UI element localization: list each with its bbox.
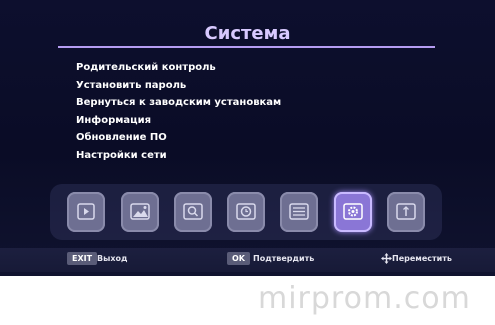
- usb-icon: [396, 203, 416, 220]
- tile-image[interactable]: [121, 192, 159, 232]
- move-hint-label: Переместить: [392, 254, 452, 263]
- video-icon: [77, 203, 95, 220]
- settings-menu: Родительский контроль Установить пароль …: [76, 59, 281, 165]
- search-icon: [183, 203, 203, 220]
- image-icon: [130, 203, 150, 220]
- list-icon: [289, 203, 309, 220]
- menu-item-network-settings[interactable]: Настройки сети: [76, 147, 281, 165]
- title-divider: [58, 46, 435, 48]
- menu-item-information[interactable]: Информация: [76, 112, 281, 130]
- tile-search[interactable]: [174, 192, 212, 232]
- ok-key-badge[interactable]: OK: [227, 252, 250, 265]
- gear-icon: [343, 203, 363, 220]
- page-title: Система: [204, 23, 291, 44]
- site-watermark: mirprom.com: [258, 281, 471, 316]
- tile-list[interactable]: [280, 192, 318, 232]
- exit-hint-label: Выход: [97, 254, 128, 263]
- exit-key-badge[interactable]: EXIT: [67, 252, 98, 265]
- tile-timer[interactable]: [227, 192, 265, 232]
- tile-system-selected[interactable]: [334, 192, 372, 232]
- tile-video[interactable]: [67, 192, 105, 232]
- ok-hint-label: Подтвердить: [253, 254, 315, 263]
- menu-item-set-password[interactable]: Установить пароль: [76, 77, 281, 95]
- four-arrows-icon: [381, 253, 392, 264]
- menu-item-parental-control[interactable]: Родительский контроль: [76, 59, 281, 77]
- menu-item-software-update[interactable]: Обновление ПО: [76, 129, 281, 147]
- tv-screen: Система Родительский контроль Установить…: [0, 0, 495, 276]
- tile-usb[interactable]: [387, 192, 425, 232]
- clock-icon: [236, 203, 256, 220]
- menu-item-factory-reset[interactable]: Вернуться к заводским установкам: [76, 94, 281, 112]
